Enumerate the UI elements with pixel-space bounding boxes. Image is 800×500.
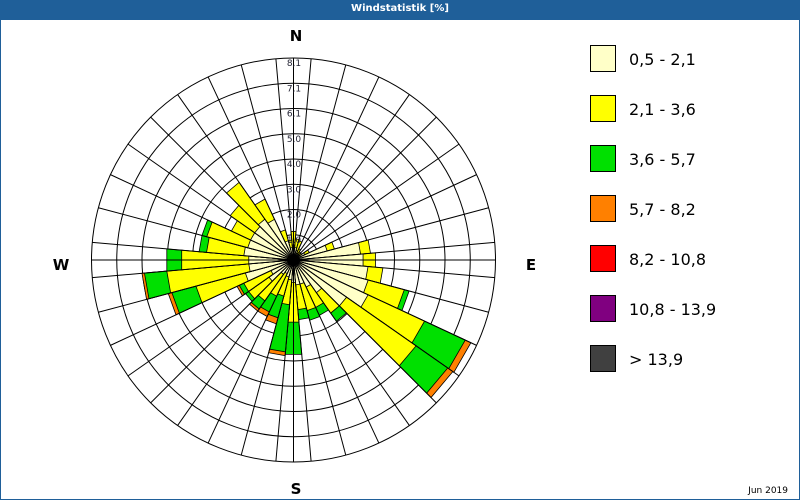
grid-spoke [293,143,460,261]
ring-label: 7,1 [287,84,301,94]
compass-west: W [53,256,70,274]
legend-swatch [590,195,616,222]
ring-label: 1,0 [287,236,302,246]
grid-spoke [293,94,410,261]
ring-label: 4,0 [287,160,302,170]
legend-label: 3,6 - 5,7 [629,150,696,169]
legend: 0,5 - 2,1 2,1 - 3,6 3,6 - 5,7 5,7 - 8,2 8,2 … [590,45,716,372]
grid-spoke [293,116,437,261]
legend-swatch [590,45,616,72]
ring-label: 8,1 [287,59,301,69]
legend-label: > 13,9 [629,350,683,369]
legend-swatch [590,295,616,322]
legend-swatch [590,345,616,372]
ring-label: 5,0 [287,135,302,145]
legend-label: 5,7 - 8,2 [629,200,696,219]
legend-label: 2,1 - 3,6 [629,100,696,119]
legend-swatch [590,245,616,272]
legend-label: 0,5 - 2,1 [629,50,696,69]
ring-label: 6,1 [287,110,301,120]
legend-label: 10,8 - 13,9 [629,300,716,319]
grid-spoke [293,207,489,261]
compass-north: N [290,27,303,45]
ring-label: 3,0 [287,185,302,195]
ring-label: 2,0 [287,211,302,221]
wind-bars [141,181,472,399]
compass-south: S [291,480,302,498]
wind-rose-chart: 1,0 2,0 3,0 4,0 5,0 6,1 7,1 8,1 N E S W 0,5 - 2… [53,27,716,498]
compass-east: E [526,256,536,274]
ring-labels: 1,0 2,0 3,0 4,0 5,0 6,1 7,1 8,1 [287,59,302,246]
legend-swatch [590,95,616,122]
legend-swatch [590,145,616,172]
date-label: Jun 2019 [748,486,788,496]
legend-label: 8,2 - 10,8 [629,250,706,269]
grid-spoke [293,64,347,261]
